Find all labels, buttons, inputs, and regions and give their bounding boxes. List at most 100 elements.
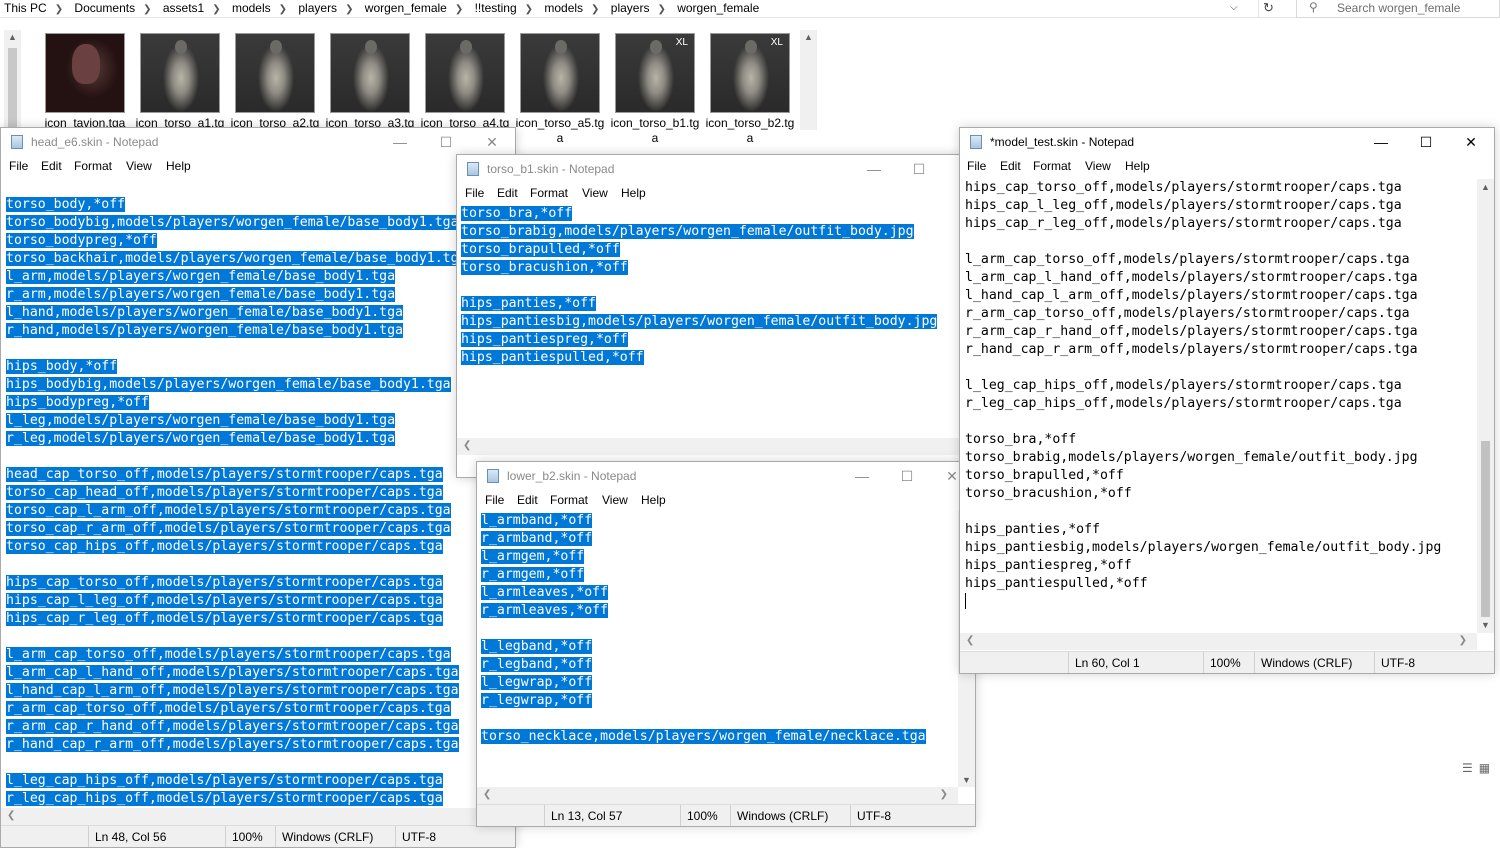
menu-edit[interactable]: Edit [1000, 159, 1021, 173]
file-thumbnail [235, 33, 315, 113]
breadcrumb-item[interactable]: worgen_female [365, 1, 447, 15]
title-bar[interactable]: lower_b2.skin - Notepad — ☐ ✕ [477, 462, 975, 490]
breadcrumb-item[interactable]: models [544, 1, 583, 15]
details-view-icon[interactable]: ☰ [1462, 761, 1473, 775]
breadcrumb-item[interactable]: assets1 [163, 1, 204, 15]
menu-help[interactable]: Help [166, 159, 191, 173]
text-line: torso_bracushion,*off [965, 485, 1474, 503]
minimize-button[interactable]: — [851, 465, 873, 487]
text-line-content: l_hand_cap_l_arm_off,models/players/stor… [6, 683, 459, 698]
menu-edit[interactable]: Edit [517, 493, 538, 507]
menu-format[interactable]: Format [1033, 159, 1071, 173]
title-bar[interactable]: *model_test.skin - Notepad — ☐ ✕ [960, 128, 1494, 156]
file-item[interactable]: icon_torso_a5.tga [513, 30, 607, 150]
menu-edit[interactable]: Edit [41, 159, 62, 173]
close-button[interactable]: ✕ [481, 131, 503, 153]
text-line-content: hips_cap_l_leg_off,models/players/stormt… [965, 198, 1402, 213]
maximize-button[interactable]: ☐ [1415, 131, 1437, 153]
file-item[interactable]: XL icon_torso_b2.tga [703, 30, 797, 150]
menu-edit[interactable]: Edit [497, 186, 518, 200]
scroll-left-icon[interactable]: ❮ [463, 440, 471, 451]
menu-view[interactable]: View [126, 159, 152, 173]
text-line-content: torso_cap_r_arm_off,models/players/storm… [6, 521, 451, 536]
horizontal-scrollbar[interactable]: ❮ [1, 808, 515, 825]
breadcrumb-item[interactable]: worgen_female [677, 1, 759, 15]
scroll-right-icon[interactable]: ❯ [940, 789, 948, 800]
notepad-window-model-test[interactable]: *model_test.skin - Notepad — ☐ ✕ File Ed… [959, 127, 1495, 674]
menu-help[interactable]: Help [621, 186, 646, 200]
maximize-button[interactable]: ☐ [908, 158, 930, 180]
scroll-up-icon[interactable]: ▲ [1481, 182, 1490, 192]
breadcrumb-item[interactable]: players [298, 1, 337, 15]
menu-file[interactable]: File [9, 159, 28, 173]
scroll-down-icon[interactable]: ▼ [1481, 620, 1490, 630]
notepad-icon [467, 162, 479, 176]
breadcrumb-item[interactable]: Documents [74, 1, 135, 15]
vertical-scrollbar[interactable]: ▲ ▼ [1477, 179, 1494, 633]
menu-help[interactable]: Help [1125, 159, 1150, 173]
minimize-button[interactable]: — [1370, 131, 1392, 153]
menu-format[interactable]: Format [530, 186, 568, 200]
menu-file[interactable]: File [967, 159, 986, 173]
file-list-scrollbar[interactable]: ▲ [800, 30, 817, 130]
large-icons-view-icon[interactable]: ▦ [1479, 761, 1490, 775]
text-line-content: l_arm_cap_torso_off,models/players/storm… [6, 647, 451, 662]
title-bar[interactable]: head_e6.skin - Notepad — ☐ ✕ [1, 128, 515, 156]
zoom-level: 100% [680, 805, 718, 826]
text-line-content: l_arm_cap_l_hand_off,models/players/stor… [965, 270, 1418, 285]
menu-view[interactable]: View [602, 493, 628, 507]
notepad-window-lower-b2[interactable]: lower_b2.skin - Notepad — ☐ ✕ File Edit … [476, 461, 976, 827]
refresh-icon[interactable]: ↻ [1258, 0, 1278, 17]
close-button[interactable]: ✕ [1460, 131, 1482, 153]
menu-view[interactable]: View [1085, 159, 1111, 173]
text-editor[interactable]: torso_bra,*off torso_brabig,models/player… [461, 205, 961, 435]
text-line-content: r_arm_cap_torso_off,models/players/storm… [6, 701, 451, 716]
address-bar[interactable]: This PC ❯ Documents ❯ assets1 ❯ models ❯ pla… [0, 0, 1500, 18]
menu-file[interactable]: File [465, 186, 484, 200]
notepad-window-torso-b1[interactable]: torso_b1.skin - Notepad — ☐ File Edit Fo… [456, 154, 962, 478]
scrollbar-thumb[interactable] [1481, 441, 1490, 617]
scroll-up-icon[interactable]: ▲ [8, 32, 17, 42]
file-item[interactable]: XL icon_torso_b1.tga [608, 30, 702, 150]
scroll-left-icon[interactable]: ❮ [7, 810, 15, 821]
menu-help[interactable]: Help [641, 493, 666, 507]
scroll-left-icon[interactable]: ❮ [966, 635, 974, 646]
chevron-right-icon: ❯ [657, 4, 666, 15]
breadcrumb-item[interactable]: players [611, 1, 650, 15]
text-editor[interactable]: torso_body,*off torso_bodybig,models/play… [6, 196, 515, 808]
horizontal-scrollbar[interactable]: ❮ ❯ [477, 787, 958, 804]
breadcrumb-item[interactable]: models [232, 1, 271, 15]
menu-format[interactable]: Format [550, 493, 588, 507]
chevron-down-icon[interactable]: ⌵ [1230, 2, 1238, 13]
scrollbar-thumb[interactable] [8, 48, 17, 130]
menu-view[interactable]: View [582, 186, 608, 200]
scroll-left-icon[interactable]: ❮ [483, 789, 491, 800]
breadcrumb-item[interactable]: !!testing [475, 1, 517, 15]
horizontal-scrollbar[interactable]: ❮ [457, 438, 961, 455]
xl-badge: XL [770, 37, 783, 48]
menu-file[interactable]: File [485, 493, 504, 507]
notepad-window-head-e6[interactable]: head_e6.skin - Notepad — ☐ ✕ File Edit F… [0, 127, 516, 848]
scroll-up-icon[interactable]: ▲ [804, 32, 813, 42]
maximize-button[interactable]: ☐ [435, 131, 457, 153]
text-editor[interactable]: hips_cap_torso_off,models/players/stormt… [965, 179, 1474, 629]
text-line: r_hand_cap_r_arm_off,models/players/stor… [965, 341, 1474, 359]
minimize-button[interactable]: — [863, 158, 885, 180]
menu-format[interactable]: Format [74, 159, 112, 173]
text-line: torso_necklace,models/players/worgen_fem… [481, 728, 955, 746]
text-line: hips_pantiespreg,*off [461, 331, 961, 349]
scroll-down-icon[interactable]: ▼ [962, 775, 971, 785]
title-bar[interactable]: torso_b1.skin - Notepad — ☐ [457, 155, 961, 183]
menu-bar: File Edit Format View Help [1, 156, 515, 177]
minimize-button[interactable]: — [389, 131, 411, 153]
breadcrumb-item[interactable]: This PC [4, 1, 47, 15]
scroll-right-icon[interactable]: ❯ [1459, 635, 1467, 646]
maximize-button[interactable]: ☐ [896, 465, 918, 487]
horizontal-scrollbar[interactable]: ❮ ❯ [960, 633, 1477, 650]
chevron-right-icon: ❯ [143, 4, 152, 15]
nav-pane-scrollbar[interactable]: ▲ [4, 30, 21, 130]
file-thumbnail [425, 33, 505, 113]
text-editor[interactable]: l_armband,*off r_armband,*off l_armgem,*of… [481, 512, 955, 782]
search-input[interactable]: ⚲ Search worgen_female [1296, 0, 1500, 18]
text-line-content: hips_cap_r_leg_off,models/players/stormt… [965, 216, 1402, 231]
